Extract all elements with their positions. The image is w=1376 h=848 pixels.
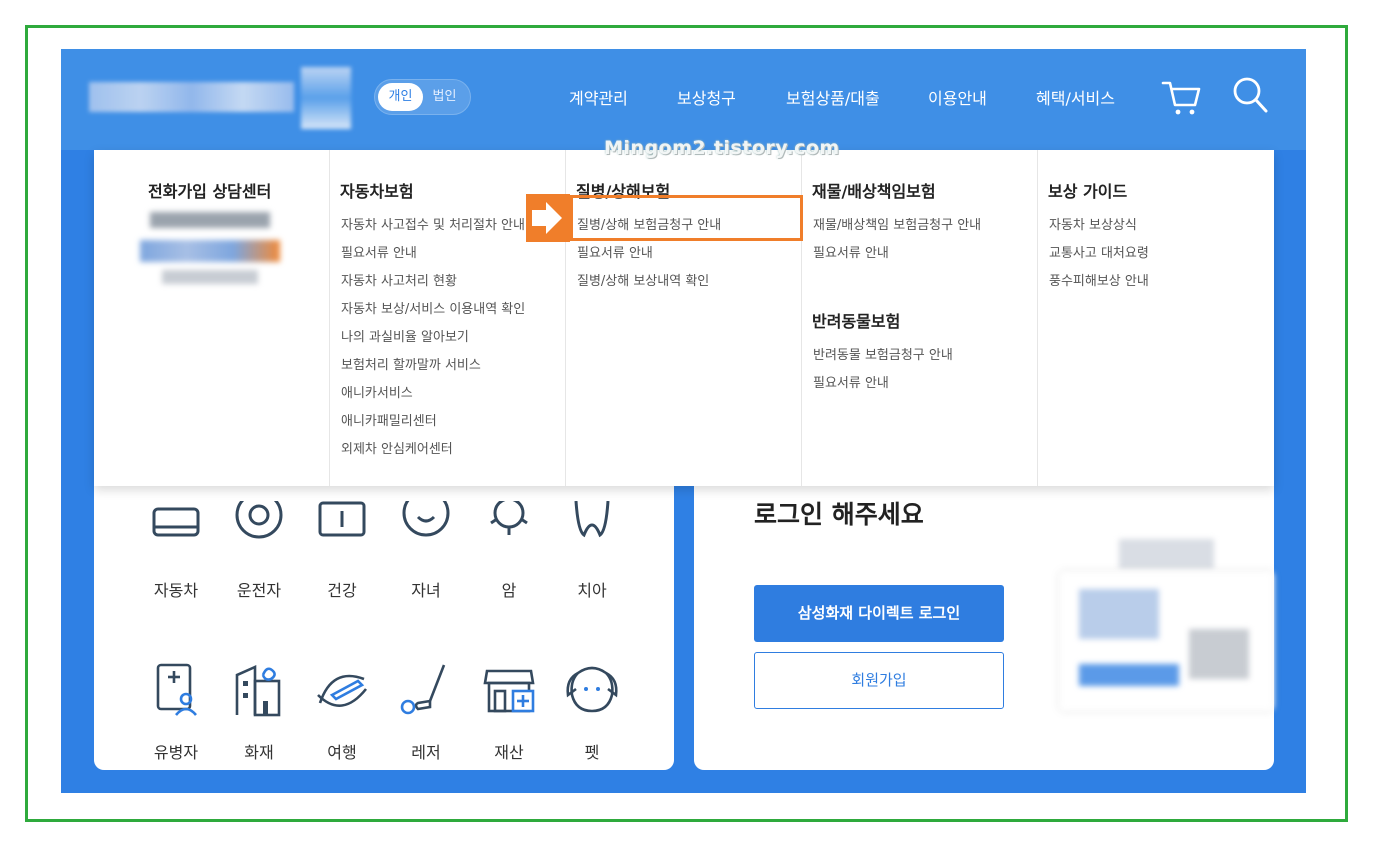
category-label-leisure[interactable]: 레저	[386, 739, 466, 763]
pet-insurance-title: 반려동물보험	[812, 312, 901, 331]
menu-item-property-claim-guide[interactable]: 재물/배상책임 보험금청구 안내	[813, 214, 981, 233]
menu-item-flood-damage[interactable]: 풍수피해보상 안내	[1049, 270, 1149, 289]
menu-column-property: 재물/배상책임보험 재물/배상책임 보험금청구 안내 필요서류 안내 반려동물보…	[802, 150, 1038, 486]
toggle-corporate[interactable]: 법인	[422, 83, 467, 111]
sign-up-button[interactable]: 회원가입	[754, 652, 1004, 709]
menu-item-pet-documents[interactable]: 필요서류 안내	[813, 372, 889, 391]
menu-item-auto-knowledge[interactable]: 자동차 보상상식	[1049, 214, 1137, 233]
blurred-banner-text	[1119, 539, 1214, 569]
category-label-dental[interactable]: 치아	[552, 577, 632, 601]
brand-logo-mark	[301, 67, 351, 129]
category-label-fire[interactable]: 화재	[219, 739, 299, 763]
menu-item-accident-response[interactable]: 교통사고 대처요령	[1049, 242, 1149, 261]
child-face-icon[interactable]	[396, 501, 456, 561]
category-label-preexisting[interactable]: 유병자	[136, 739, 216, 763]
menu-item-auto-accident-report[interactable]: 자동차 사고접수 및 처리절차 안내	[341, 214, 525, 233]
building-fire-icon[interactable]	[229, 661, 289, 721]
category-label-pet[interactable]: 펫	[552, 739, 632, 763]
menu-item-illness-documents[interactable]: 필요서류 안내	[577, 242, 653, 261]
category-label-child[interactable]: 자녀	[386, 577, 466, 601]
login-card: 로그인 해주세요 삼성화재 다이렉트 로그인 회원가입	[694, 439, 1274, 770]
blurred-phone-hours	[162, 270, 258, 284]
tooth-icon[interactable]	[562, 501, 622, 561]
nav-contract-management[interactable]: 계약관리	[569, 85, 628, 109]
brand-logo[interactable]	[89, 82, 294, 112]
category-label-auto[interactable]: 자동차	[136, 577, 216, 601]
pet-dog-icon[interactable]	[562, 661, 622, 721]
blurred-phone-label	[150, 212, 270, 228]
nav-claims[interactable]: 보상청구	[677, 85, 736, 109]
login-prompt-title: 로그인 해주세요	[754, 500, 924, 529]
category-label-health[interactable]: 건강	[302, 577, 382, 601]
menu-item-claim-decision[interactable]: 보험처리 할까말까 서비스	[341, 354, 481, 373]
category-label-driver[interactable]: 운전자	[219, 577, 299, 601]
store-icon[interactable]	[479, 661, 539, 721]
insurance-category-card: 자동차 운전자 건강 자녀 암 치아 유병자 화재 여행 레저 재산 펫	[94, 449, 674, 770]
menu-column-phone-center: 전화가입 상담센터	[94, 150, 330, 486]
property-insurance-title: 재물/배상책임보험	[812, 182, 936, 201]
menu-item-auto-history[interactable]: 자동차 보상/서비스 이용내역 확인	[341, 298, 525, 317]
menu-item-fault-ratio[interactable]: 나의 과실비율 알아보기	[341, 326, 469, 345]
menu-item-pet-claim-guide[interactable]: 반려동물 보험금청구 안내	[813, 344, 953, 363]
travel-plane-icon[interactable]	[312, 661, 372, 721]
menu-item-import-car-care[interactable]: 외제차 안심케어센터	[341, 438, 453, 457]
menu-item-property-documents[interactable]: 필요서류 안내	[813, 242, 889, 261]
golf-club-icon[interactable]	[396, 661, 456, 721]
customer-type-toggle: 개인 법인	[374, 79, 471, 115]
blurred-promo-image	[1079, 589, 1159, 639]
menu-item-anycar-family-center[interactable]: 애니카패밀리센터	[341, 410, 437, 429]
blurred-phone-number[interactable]	[140, 240, 280, 262]
car-icon[interactable]	[146, 501, 206, 561]
category-label-cancer[interactable]: 암	[469, 577, 549, 601]
patient-record-icon[interactable]	[146, 661, 206, 721]
blurred-promo-figure	[1189, 629, 1249, 679]
menu-item-illness-history[interactable]: 질병/상해 보상내역 확인	[577, 270, 709, 289]
menu-column-guide: 보상 가이드 자동차 보상상식 교통사고 대처요령 풍수피해보상 안내	[1038, 150, 1274, 486]
highlight-arrow-icon	[526, 194, 570, 242]
menu-item-auto-documents[interactable]: 필요서류 안내	[341, 242, 417, 261]
auto-insurance-title: 자동차보험	[340, 182, 414, 201]
cart-icon[interactable]	[1161, 77, 1203, 117]
nav-benefits-services[interactable]: 혜택/서비스	[1036, 85, 1115, 109]
menu-item-auto-status[interactable]: 자동차 사고처리 현황	[341, 270, 457, 289]
top-header: 개인 법인 계약관리 보상청구 보험상품/대출 이용안내 혜택/서비스	[61, 49, 1306, 150]
watermark-text: Mingom2.tistory.com	[604, 137, 840, 159]
direct-login-button[interactable]: 삼성화재 다이렉트 로그인	[754, 585, 1004, 642]
steering-wheel-icon[interactable]	[229, 501, 289, 561]
nav-products-loans[interactable]: 보험상품/대출	[786, 85, 880, 109]
toggle-personal[interactable]: 개인	[378, 83, 423, 111]
highlight-box	[570, 195, 803, 241]
menu-item-anycar-service[interactable]: 애니카서비스	[341, 382, 413, 401]
nav-usage-guide[interactable]: 이용안내	[928, 85, 987, 109]
claims-guide-title: 보상 가이드	[1048, 182, 1128, 201]
cancer-cell-icon[interactable]	[479, 501, 539, 561]
category-label-travel[interactable]: 여행	[302, 739, 382, 763]
page-stage: 개인 법인 계약관리 보상청구 보험상품/대출 이용안내 혜택/서비스 Ming…	[61, 49, 1306, 793]
blurred-promo-button[interactable]	[1079, 664, 1179, 686]
search-icon[interactable]	[1231, 75, 1269, 115]
category-label-property[interactable]: 재산	[469, 739, 549, 763]
health-kit-icon[interactable]	[312, 501, 372, 561]
phone-center-title: 전화가입 상담센터	[148, 182, 272, 201]
